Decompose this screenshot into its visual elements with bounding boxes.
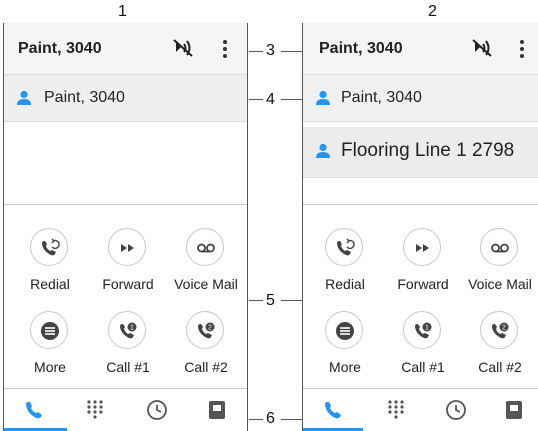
voicemail-button[interactable]: Voice Mail (468, 228, 532, 302)
person-icon (315, 143, 331, 159)
figure-label-2: 2 (428, 3, 437, 20)
phone-screen-2: Paint, 3040 Paint, 3040 Flooring Line 1 … (302, 23, 538, 431)
forward-button[interactable]: Forward (393, 228, 453, 302)
forward-icon (108, 228, 146, 266)
svg-text:2: 2 (502, 325, 506, 332)
contacts-icon[interactable] (503, 399, 525, 421)
dialpad-icon[interactable] (385, 399, 407, 421)
callout-line-5b (281, 300, 302, 301)
more-button[interactable]: More (315, 311, 375, 385)
callout-line-4b (281, 99, 302, 100)
contacts-icon[interactable] (206, 399, 228, 421)
phone-icon[interactable] (323, 399, 345, 421)
callout-line-3b (281, 51, 302, 52)
voicemail-icon (480, 228, 518, 266)
clock-icon[interactable] (445, 399, 467, 421)
svg-text:1: 1 (130, 325, 134, 332)
callout-5: 5 (266, 292, 275, 309)
callout-line-3a (249, 51, 263, 52)
more-vert-icon[interactable] (222, 39, 228, 59)
button-label: Voice Mail (468, 276, 532, 292)
list-item[interactable]: Paint, 3040 (303, 75, 538, 122)
clock-icon[interactable] (146, 399, 168, 421)
callout-line-6b (281, 419, 302, 420)
contact-name: Paint, 3040 (44, 89, 125, 106)
list-item[interactable]: Paint, 3040 (4, 75, 247, 122)
call-2-icon: 2 (186, 311, 224, 349)
app-bar: Paint, 3040 (303, 23, 538, 75)
callout-4: 4 (266, 91, 275, 108)
button-label: Call #2 (478, 359, 522, 375)
call-1-button[interactable]: 1 Call #1 (393, 311, 453, 385)
voicemail-icon (186, 228, 224, 266)
tab-bar (303, 388, 538, 431)
call-2-button[interactable]: 2 Call #2 (470, 311, 530, 385)
forward-button[interactable]: Forward (98, 228, 158, 302)
call-1-button[interactable]: 1 Call #1 (98, 311, 158, 385)
more-button[interactable]: More (20, 311, 80, 385)
tab-bar (4, 388, 247, 431)
redial-icon (30, 228, 68, 266)
callout-line-5a (249, 300, 263, 301)
callout-line-4a (249, 99, 263, 100)
callout-3: 3 (266, 42, 275, 59)
list-item[interactable]: Flooring Line 1 2798 (303, 127, 538, 178)
svg-text:1: 1 (425, 325, 429, 332)
button-label: Call #2 (184, 359, 228, 375)
mute-mic-icon[interactable] (471, 38, 493, 58)
forward-icon (403, 228, 441, 266)
menu-icon (30, 311, 68, 349)
callout-line-6a (249, 419, 263, 420)
call-1-icon: 1 (403, 311, 441, 349)
svg-text:2: 2 (208, 325, 212, 332)
call-2-icon: 2 (480, 311, 518, 349)
app-bar-title: Paint, 3040 (319, 40, 403, 57)
app-bar-title: Paint, 3040 (18, 40, 102, 57)
call-2-button[interactable]: 2 Call #2 (176, 311, 236, 385)
contact-name: Paint, 3040 (341, 89, 422, 106)
person-icon (16, 90, 32, 106)
voicemail-button[interactable]: Voice Mail (174, 228, 238, 302)
contact-name: Flooring Line 1 2798 (341, 140, 515, 161)
divider (4, 204, 247, 205)
divider (303, 204, 538, 205)
dialpad-icon[interactable] (84, 399, 106, 421)
phone-icon[interactable] (24, 399, 46, 421)
mute-mic-icon[interactable] (172, 38, 194, 58)
button-label: Voice Mail (174, 276, 238, 292)
redial-button[interactable]: Redial (20, 228, 80, 302)
phone-screen-1: Paint, 3040 Paint, 3040 Redial Forward V… (3, 23, 248, 431)
menu-icon (325, 311, 363, 349)
redial-button[interactable]: Redial (315, 228, 375, 302)
callout-6: 6 (266, 410, 275, 427)
redial-icon (325, 228, 363, 266)
app-bar: Paint, 3040 (4, 23, 247, 75)
more-vert-icon[interactable] (519, 39, 525, 59)
call-1-icon: 1 (108, 311, 146, 349)
person-icon (315, 90, 331, 106)
figure-label-1: 1 (118, 3, 127, 20)
